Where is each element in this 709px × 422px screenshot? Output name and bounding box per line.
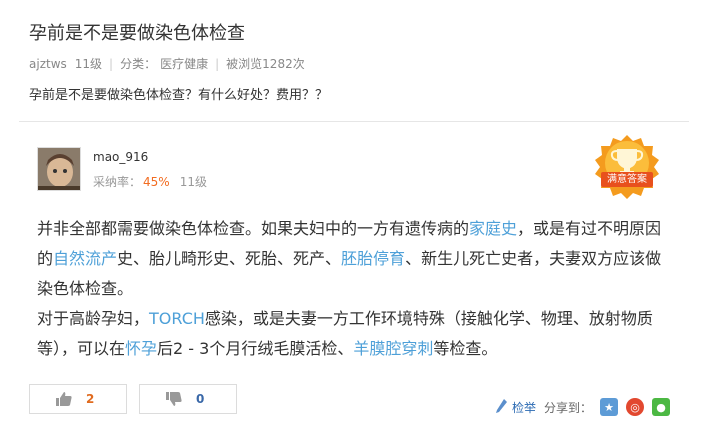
weibo-share-icon[interactable]: ◎	[626, 398, 645, 416]
answer-content: 并非全部都需要做染色体检查。如果夫妇中的一方有遗传病的家庭史，或是有过不明原因的…	[37, 214, 677, 364]
answerer-level: 11级	[179, 175, 207, 189]
answer-text: 对于高龄孕妇，	[37, 309, 150, 328]
downvote-button[interactable]: 0	[139, 384, 237, 414]
view-count: 被浏览1282次	[226, 57, 305, 71]
keyword-link[interactable]: 自然流产	[53, 249, 117, 268]
trophy-badge-icon	[595, 135, 659, 199]
report-link[interactable]: 检举	[512, 399, 536, 416]
answer-text: 后2 - 3个月行绒毛膜活检、	[157, 339, 354, 358]
keyword-link[interactable]: 胚胎停育	[341, 249, 405, 268]
category-link[interactable]: 医疗健康	[160, 55, 208, 72]
rate-value: 45%	[143, 175, 170, 189]
qzone-share-icon[interactable]: ★	[600, 398, 619, 416]
share-label: 分享到：	[544, 400, 593, 415]
keyword-link[interactable]: 家庭史	[469, 219, 517, 238]
satisfied-answer-badge: 满意答案	[593, 133, 661, 201]
rate-label: 采纳率：	[93, 175, 142, 189]
thumbs-down-icon	[166, 392, 182, 406]
badge-text: 满意答案	[607, 174, 647, 185]
keyword-link[interactable]: 怀孕	[125, 339, 157, 358]
question-body: 孕前是不是要做染色体检查？有什么好处？费用？？	[29, 88, 329, 103]
keyword-link[interactable]: 羊膜腔穿刺	[353, 339, 433, 358]
report-share-bar: 检举 分享到： ★ ◎ ●	[495, 398, 671, 416]
author-level: 11级	[74, 57, 103, 71]
answer-paragraph-1: 并非全部都需要做染色体检查。如果夫妇中的一方有遗传病的家庭史，或是有过不明原因的…	[37, 214, 677, 304]
keyword-link[interactable]: TORCH	[149, 309, 205, 328]
wechat-share-icon[interactable]: ●	[652, 398, 671, 416]
acceptance-rate: 采纳率： 45% 11级	[93, 173, 207, 190]
answer-paragraph-2: 对于高龄孕妇，TORCH感染，或是夫妻一方工作环境特殊（接触化学、物理、放射物质…	[37, 304, 677, 364]
divider-pipe: |	[109, 56, 114, 71]
pen-icon	[496, 399, 507, 413]
question-meta: ajztws 11级 | 分类： 医疗健康 | 被浏览1282次	[29, 55, 305, 72]
category-label: 分类：	[120, 57, 157, 71]
answerer-username[interactable]: mao_916	[93, 150, 148, 164]
upvote-button[interactable]: 2	[29, 384, 127, 414]
answer-text: 等检查。	[433, 339, 498, 358]
answer-text: 并非全部都需要做染色体检查。如果夫妇中的一方有遗传病的	[37, 219, 470, 238]
downvote-count: 0	[196, 392, 205, 406]
thumbs-up-icon	[56, 392, 72, 406]
upvote-count: 2	[86, 392, 95, 406]
author-link[interactable]: ajztws	[29, 57, 67, 71]
avatar-image	[38, 148, 80, 190]
section-divider	[19, 121, 689, 122]
avatar[interactable]	[37, 147, 81, 191]
answer-text: 史、胎儿畸形史、死胎、死产、	[117, 249, 342, 268]
divider-pipe: |	[215, 56, 220, 71]
question-title: 孕前是不是要做染色体检查	[29, 23, 245, 44]
